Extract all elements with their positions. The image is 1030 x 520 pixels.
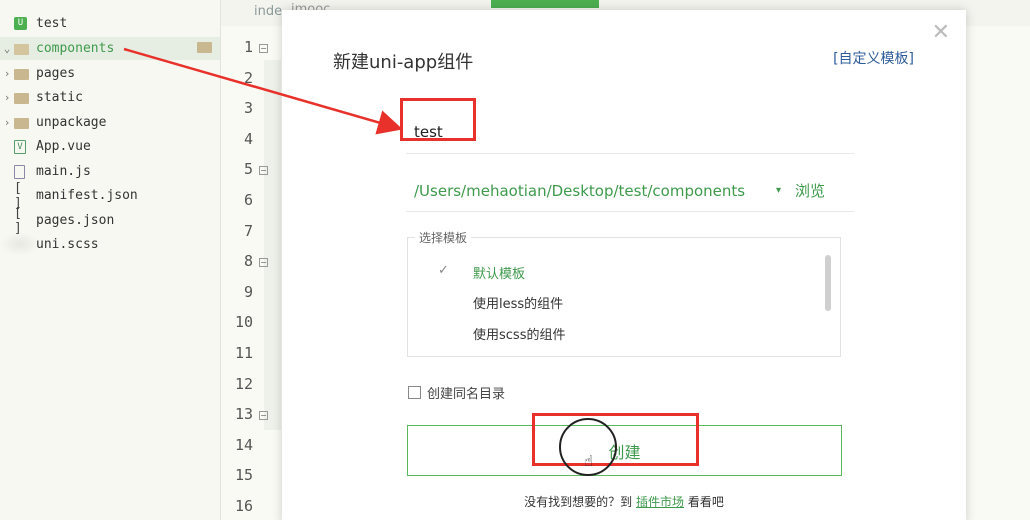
hand-cursor-icon: ☝	[584, 452, 594, 470]
annotation-box-name	[400, 98, 476, 141]
annotation-arrow	[123, 47, 403, 135]
annotation-layer	[123, 47, 403, 135]
